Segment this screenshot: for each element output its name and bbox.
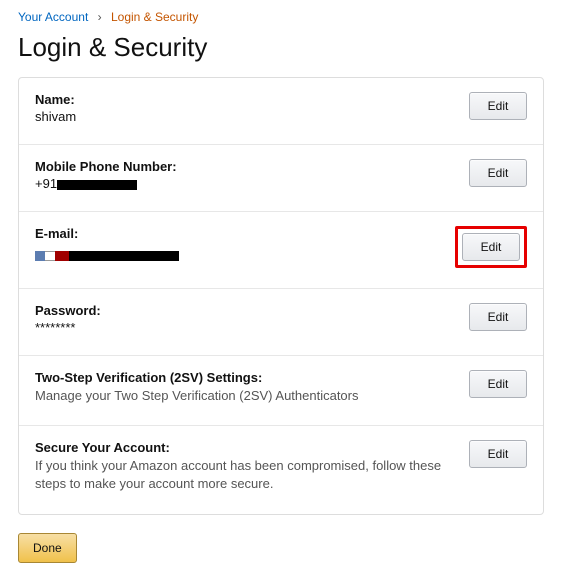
page-title: Login & Security xyxy=(18,32,544,63)
password-label: Password: xyxy=(35,303,453,318)
edit-twostep-button[interactable]: Edit xyxy=(469,370,527,398)
edit-mobile-button[interactable]: Edit xyxy=(469,159,527,187)
breadcrumb-root-link[interactable]: Your Account xyxy=(18,10,88,24)
mobile-value: +91 xyxy=(35,176,453,191)
row-mobile: Mobile Phone Number: +91 Edit xyxy=(19,145,543,212)
password-value: ******** xyxy=(35,320,453,335)
row-secure: Secure Your Account: If you think your A… xyxy=(19,426,543,513)
edit-password-button[interactable]: Edit xyxy=(469,303,527,331)
row-password: Password: ******** Edit xyxy=(19,289,543,356)
mobile-prefix: +91 xyxy=(35,176,57,191)
row-name: Name: shivam Edit xyxy=(19,78,543,145)
breadcrumb-current: Login & Security xyxy=(111,10,198,24)
edit-email-button[interactable]: Edit xyxy=(462,233,520,261)
mobile-redacted xyxy=(57,180,137,190)
edit-name-button[interactable]: Edit xyxy=(469,92,527,120)
row-twostep: Two-Step Verification (2SV) Settings: Ma… xyxy=(19,356,543,426)
breadcrumb-separator: › xyxy=(98,10,102,24)
breadcrumb: Your Account › Login & Security xyxy=(18,10,544,24)
done-button[interactable]: Done xyxy=(18,533,77,563)
email-edit-highlight: Edit xyxy=(455,226,527,268)
settings-card: Name: shivam Edit Mobile Phone Number: +… xyxy=(18,77,544,515)
name-label: Name: xyxy=(35,92,453,107)
email-label: E-mail: xyxy=(35,226,439,241)
email-value-redacted xyxy=(35,251,179,261)
edit-secure-button[interactable]: Edit xyxy=(469,440,527,468)
row-email: E-mail: Edit xyxy=(19,212,543,289)
twostep-desc: Manage your Two Step Verification (2SV) … xyxy=(35,387,453,405)
secure-desc: If you think your Amazon account has bee… xyxy=(35,457,453,493)
twostep-label: Two-Step Verification (2SV) Settings: xyxy=(35,370,453,385)
secure-label: Secure Your Account: xyxy=(35,440,453,455)
mobile-label: Mobile Phone Number: xyxy=(35,159,453,174)
name-value: shivam xyxy=(35,109,453,124)
